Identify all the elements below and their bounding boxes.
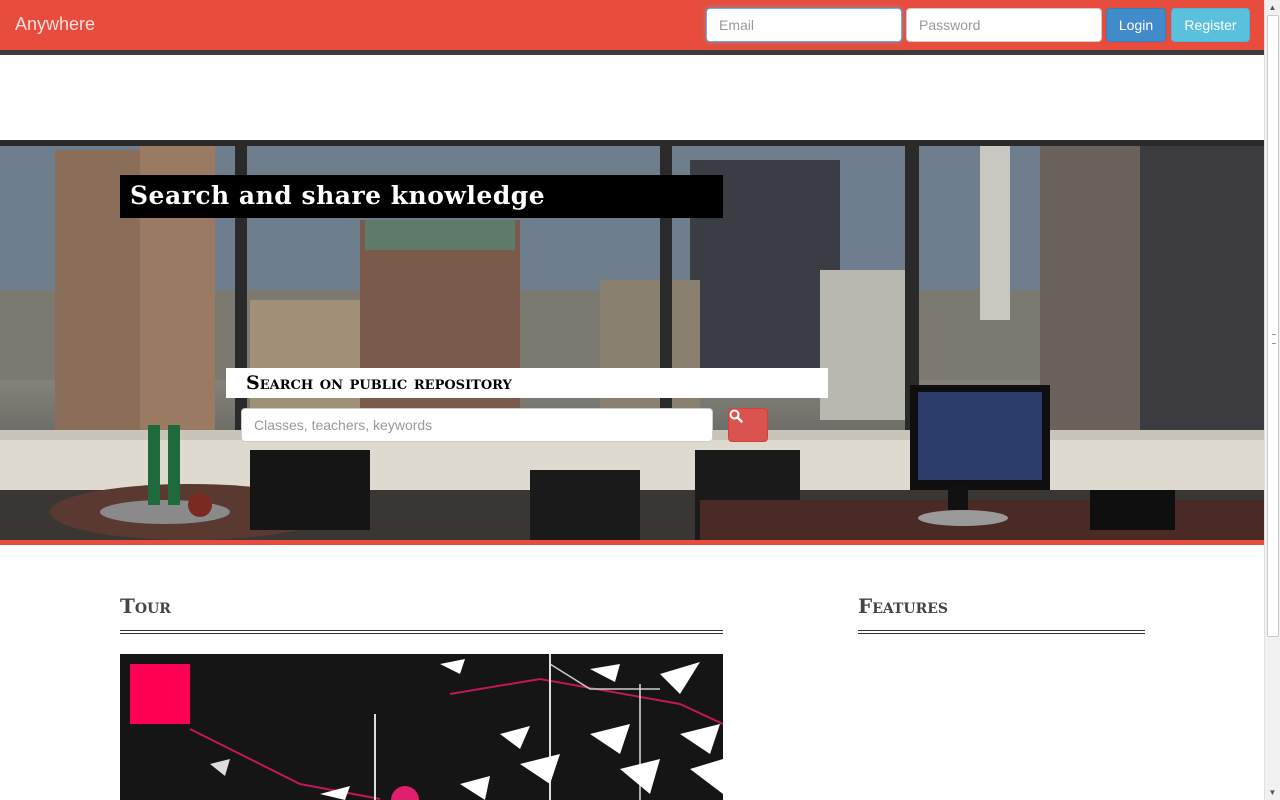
headline-box: Search and share knowledge <box>120 175 723 218</box>
hero-headline: Search and share knowledge <box>130 181 546 210</box>
scroll-up-arrow-icon[interactable]: ▲ <box>1265 0 1280 15</box>
search-button[interactable] <box>728 408 768 442</box>
tour-divider <box>120 630 723 634</box>
brand-link[interactable]: Anywhere <box>15 14 95 35</box>
register-button[interactable]: Register <box>1171 8 1250 42</box>
network-graphic <box>189 654 723 800</box>
features-divider <box>858 630 1145 634</box>
scrollbar-thumb[interactable] <box>1267 15 1279 637</box>
login-button[interactable]: Login <box>1106 8 1166 42</box>
hero-banner: Search and share knowledge Search on pub… <box>0 140 1265 545</box>
features-heading: Features <box>858 594 949 618</box>
scroll-down-arrow-icon[interactable]: ▼ <box>1265 785 1280 800</box>
search-label-box: Search on public repository <box>226 368 828 398</box>
scrollbar-grip <box>1272 334 1276 344</box>
email-field[interactable] <box>706 8 902 42</box>
search-icon <box>729 409 743 423</box>
page-scrollbar[interactable]: ▲ ▼ <box>1264 0 1280 800</box>
top-navbar: Anywhere Login Register <box>0 0 1265 55</box>
password-field[interactable] <box>906 8 1102 42</box>
search-label: Search on public repository <box>246 372 512 394</box>
repository-search-input[interactable] <box>241 408 713 442</box>
tour-image <box>120 654 723 800</box>
tour-heading: Tour <box>120 594 171 618</box>
